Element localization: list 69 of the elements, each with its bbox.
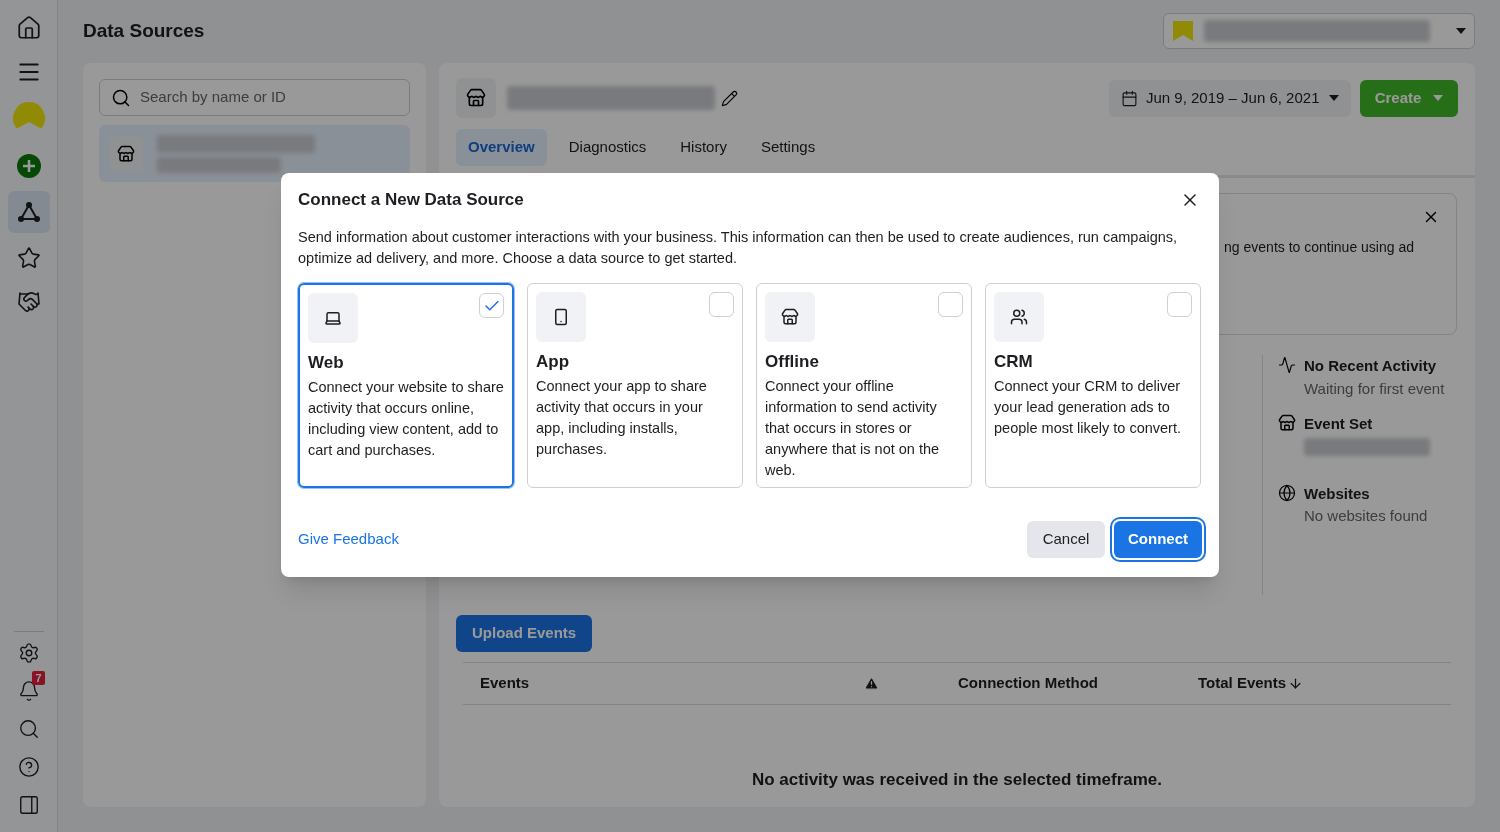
option-title: Web xyxy=(308,352,345,374)
store-icon xyxy=(781,308,799,326)
store-icon xyxy=(117,144,135,163)
add-icon xyxy=(15,153,42,179)
option-title: CRM xyxy=(994,351,1034,373)
search-icon xyxy=(111,87,131,108)
source-option-card[interactable]: App Connect your app to share activity that occurs in your app, including installs, purchases. xyxy=(527,283,743,488)
search-icon xyxy=(17,718,40,740)
people-icon xyxy=(1010,308,1028,326)
warning-icon xyxy=(864,676,879,691)
column-header[interactable]: Total Events xyxy=(1198,672,1304,695)
tab[interactable]: History xyxy=(668,129,739,166)
bell-icon xyxy=(17,680,40,702)
globe-icon xyxy=(1278,483,1296,502)
calendar-icon xyxy=(1121,89,1138,107)
checkbox[interactable] xyxy=(938,292,963,317)
cancel-button[interactable]: Cancel xyxy=(1027,521,1105,558)
column-header: Events xyxy=(480,674,530,692)
option-title: Offline xyxy=(765,351,820,373)
activity-icon xyxy=(1278,356,1296,374)
summary-title: Websites xyxy=(1304,483,1371,504)
caret-icon xyxy=(1456,28,1466,34)
page-title: Data Sources xyxy=(83,18,205,43)
dialog-description: Send information about customer interactions with your business. This information can then be used to create audiences, run campaigns, optimize ad delivery, and more. Choose a data source to get started. xyxy=(298,228,1179,268)
option-description: Connect your app to share activity that occurs in your app, including installs, purchases. xyxy=(536,377,708,459)
checkbox[interactable] xyxy=(1167,292,1192,317)
column-header: Connection Method xyxy=(958,674,1098,692)
notice-text: ng events to continue using ad xyxy=(1224,238,1414,257)
source-option-card[interactable]: Web Connect your website to share activity that occurs online, including view content, add to cart and purchases. xyxy=(298,283,514,488)
tab[interactable]: Settings xyxy=(748,129,828,166)
star-icon xyxy=(16,246,41,270)
phone-icon xyxy=(552,308,570,326)
option-description: Connect your website to share activity that occurs online, including view content, add to cart and purchases. xyxy=(308,378,504,460)
bookmark-icon xyxy=(1172,20,1194,42)
notifications-button[interactable]: 7 xyxy=(11,674,46,708)
laptop-icon xyxy=(324,309,342,327)
option-description: Connect your offline information to send activity that occurs in stores or anywhere that is not on the web. xyxy=(765,377,941,480)
summary-subtitle: No websites found xyxy=(1304,506,1428,526)
home-icon xyxy=(15,15,42,41)
search-input[interactable]: Search by name or ID xyxy=(140,86,398,109)
caret-icon xyxy=(1433,95,1444,101)
option-title: App xyxy=(536,351,571,373)
store-icon xyxy=(466,88,486,108)
panel-icon xyxy=(17,794,40,816)
feedback-link[interactable]: Give Feedback xyxy=(298,528,399,551)
dialog-title: Connect a New Data Source xyxy=(298,189,524,212)
handshake-icon xyxy=(16,290,41,314)
source-option-card[interactable]: Offline Connect your offline information to send activity that occurs in stores or anywhere that is not on the web. xyxy=(756,283,972,488)
option-description: Connect your CRM to deliver your lead generation ads to people most likely to convert. xyxy=(994,377,1182,438)
date-range-button[interactable]: Jun 9, 2019 – Jun 6, 2021 xyxy=(1109,79,1351,117)
summary-subtitle: Waiting for first event xyxy=(1304,378,1445,399)
network-icon xyxy=(16,201,41,223)
summary-title: Event Set xyxy=(1304,414,1374,434)
source-option-card[interactable]: CRM Connect your CRM to deliver your lead generation ads to people most likely to convert. xyxy=(985,283,1201,488)
help-icon xyxy=(17,756,40,778)
store-icon xyxy=(1278,414,1296,432)
caret-icon xyxy=(1329,95,1339,101)
pencil-icon xyxy=(721,89,738,107)
checkbox[interactable] xyxy=(479,293,504,318)
empty-message: No activity was received in the selected timeframe. xyxy=(751,769,1163,791)
source-list-item[interactable] xyxy=(99,125,410,182)
settings-icon xyxy=(17,642,40,664)
tab[interactable]: Diagnostics xyxy=(556,129,659,166)
checkbox[interactable] xyxy=(709,292,734,317)
search-field[interactable]: Search by name or ID xyxy=(99,79,410,116)
nav-item[interactable] xyxy=(7,191,50,233)
sort-arrow-icon xyxy=(1288,676,1304,691)
summary-title: No Recent Activity xyxy=(1304,356,1437,376)
notification-badge: 7 xyxy=(32,671,45,685)
